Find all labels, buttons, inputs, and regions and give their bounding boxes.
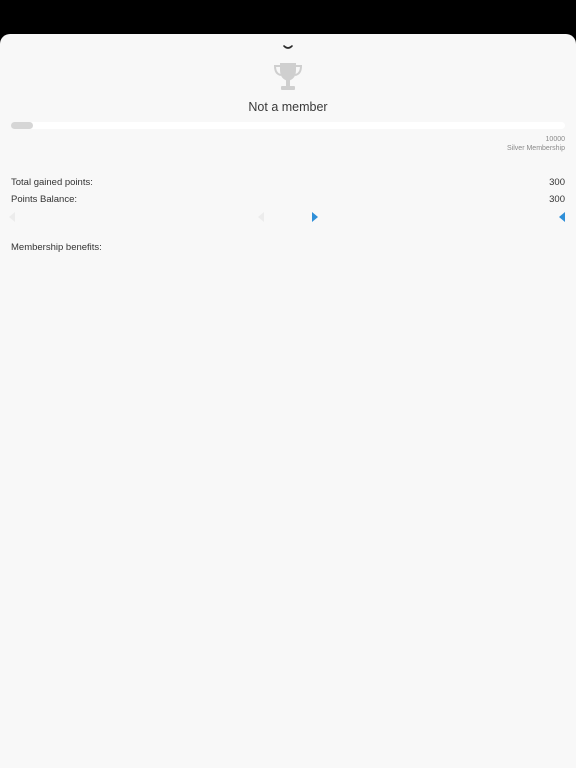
goal-membership-label: Silver Membership	[507, 145, 565, 152]
points-progress-fill	[11, 122, 33, 129]
caret-left-icon[interactable]	[257, 212, 265, 222]
caret-left-icon[interactable]	[8, 212, 16, 222]
benefits-scroller	[0, 210, 576, 224]
membership-benefits-label: Membership benefits:	[11, 242, 102, 253]
caret-right-icon[interactable]	[311, 212, 319, 222]
chevron-down-icon[interactable]	[279, 40, 297, 54]
total-gained-points-label: Total gained points:	[11, 177, 93, 188]
caret-left-icon[interactable]	[558, 212, 566, 222]
points-balance-label: Points Balance:	[11, 194, 78, 205]
points-progress-bar	[11, 122, 565, 129]
membership-sheet: Not a member 10000 Silver Membership Tot…	[0, 34, 576, 768]
total-gained-points-value: 300	[549, 177, 565, 188]
goal-points-value: 10000	[545, 136, 565, 143]
points-balance-value: 300	[549, 194, 565, 205]
trophy-icon	[273, 63, 303, 90]
membership-status-title: Not a member	[248, 100, 328, 114]
